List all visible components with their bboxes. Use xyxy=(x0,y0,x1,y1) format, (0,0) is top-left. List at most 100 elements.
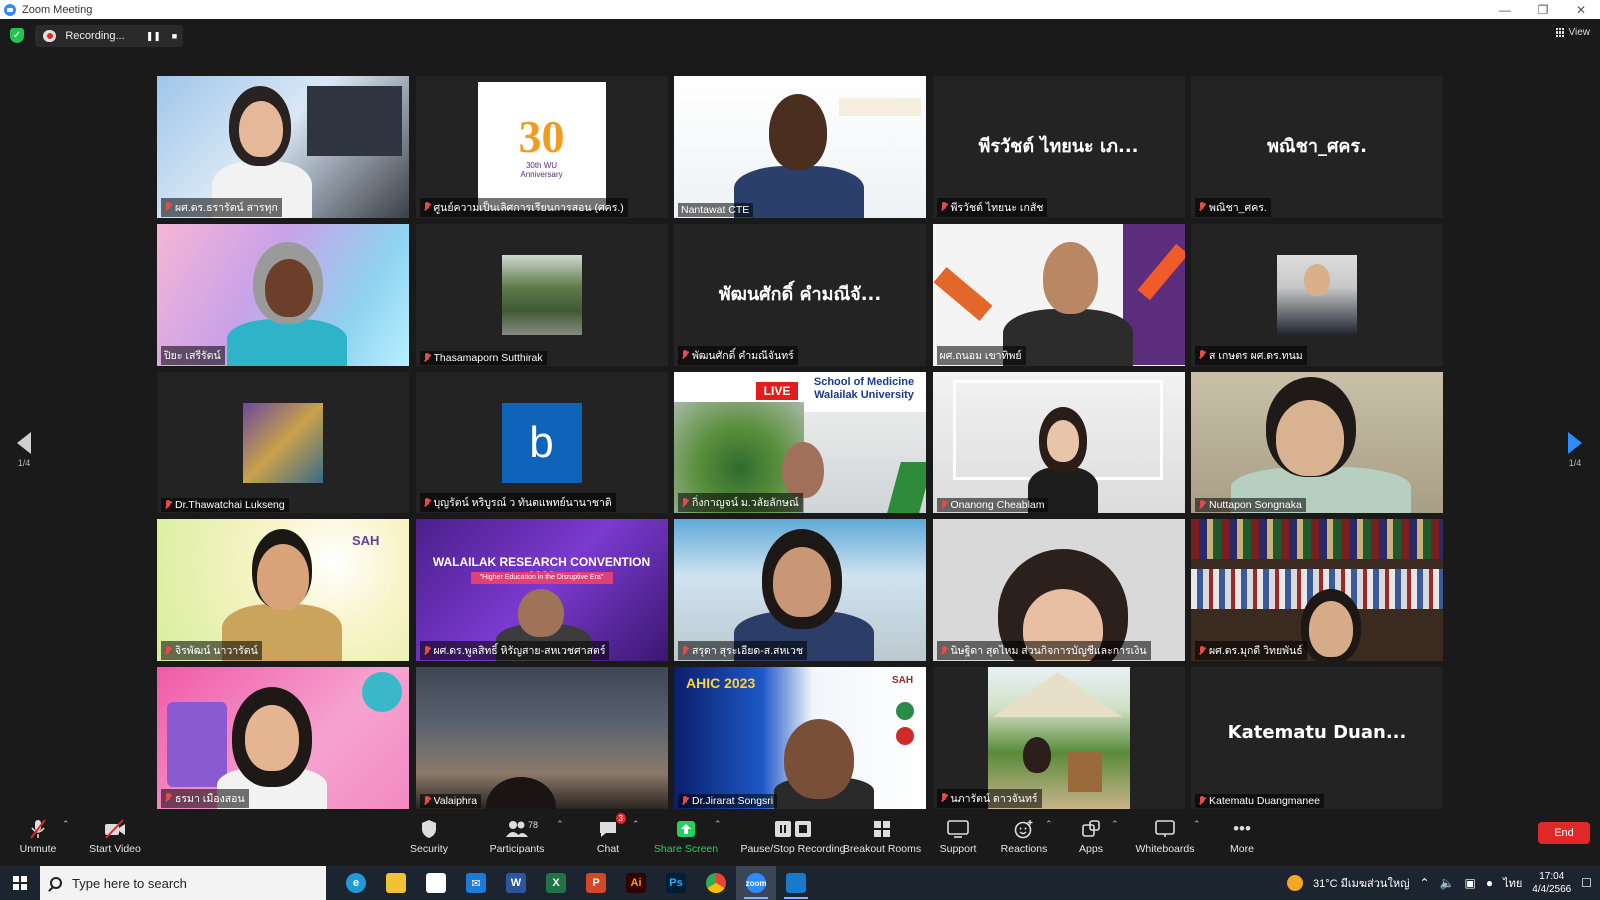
participant-name-bar: ปิยะ เสรีรัตน์ xyxy=(161,345,225,365)
chat-label: Chat xyxy=(596,843,620,855)
participant-name-bar: พัฒนศักดิ์ คำมณีจันทร์ xyxy=(678,345,798,365)
input-language[interactable]: ไทย xyxy=(1503,874,1522,892)
participant-name-bar: Valaiphra xyxy=(419,793,482,808)
pause-recording-icon[interactable]: ❚❚ xyxy=(145,27,162,45)
participant-name: ผศ.ถนอม เขาทิพย์ xyxy=(939,349,1022,362)
meeting-top-strip: ✓ Recording... ❚❚ ■ View xyxy=(0,19,1600,53)
participant-name: Valaiphra xyxy=(433,794,478,807)
muted-mic-icon xyxy=(681,795,689,806)
pause-stop-recording-button[interactable]: Pause/Stop Recording xyxy=(738,818,848,855)
more-dots-icon: ••• xyxy=(1233,819,1251,838)
illustrator-app-icon[interactable]: Ai xyxy=(616,866,656,900)
start-video-label: Start Video xyxy=(89,843,141,855)
participant-tile[interactable]: Onanong Cheablam xyxy=(932,371,1185,514)
gallery-grid: ผศ.ดร.ธรารัตน์ สารทุก 30 30th WU Anniver… xyxy=(157,76,1443,809)
security-label: Security xyxy=(410,843,448,855)
grid-view-icon xyxy=(1555,28,1565,37)
participant-tile[interactable]: ธรมา เมืองสอน xyxy=(157,667,409,809)
next-page-button[interactable]: 1/4 xyxy=(1565,432,1585,468)
edge-app-icon[interactable]: e xyxy=(336,866,376,900)
participant-tile[interactable]: นิษฐิดา สุดไหม ส่วนกิจการบัญชีและการเงิน xyxy=(932,519,1185,662)
participant-name: Dr.Jirarat Songsri xyxy=(692,794,774,807)
start-video-button[interactable]: Start Video xyxy=(70,818,160,855)
minimize-icon[interactable]: — xyxy=(1486,0,1524,19)
participant-display-name: Katematu Duan... xyxy=(1227,722,1407,744)
participant-tile[interactable]: นภารัตน์ ดาวจันทร์ xyxy=(932,667,1185,809)
participant-tile[interactable]: สรุดา สุระเอียด-ส.สหเวช xyxy=(674,519,926,662)
excel-app-icon[interactable]: X xyxy=(536,866,576,900)
stop-recording-icon[interactable]: ■ xyxy=(166,27,183,45)
powerpoint-app-icon[interactable]: P xyxy=(576,866,616,900)
speaker-icon[interactable]: 🔈 xyxy=(1440,876,1455,890)
view-button[interactable]: View xyxy=(1555,27,1591,38)
audio-options-caret-icon[interactable]: ⌃ xyxy=(62,819,70,830)
view-label: View xyxy=(1568,27,1591,38)
research-convention-subtitle: "Higher Education in the Disruptive Era" xyxy=(470,572,613,585)
participant-tile[interactable]: ปิยะ เสรีรัตน์ xyxy=(157,223,409,366)
muted-mic-icon xyxy=(681,645,689,656)
security-button[interactable]: Security xyxy=(384,818,474,855)
microphone-icon[interactable]: ● xyxy=(1486,876,1493,890)
participant-name-bar: บุญรัตน์ หริบูรณ์ ว ทันตแพทย์นานาชาติ xyxy=(419,493,616,513)
chat-caret-icon[interactable]: ⌃ xyxy=(632,819,640,830)
participant-tile[interactable]: ผศ.ดร.มุกดี วิทยพันธ์ xyxy=(1191,519,1443,662)
participant-name-bar: Nuttapon Songnaka xyxy=(1195,498,1306,513)
windows-logo-icon xyxy=(13,876,27,890)
more-label: More xyxy=(1230,843,1254,855)
participant-name-bar: ผศ.ดร.พูลสิทธิ์ หิรัญสาย-สหเวชศาสตร์ xyxy=(419,641,610,661)
clock-time: 17:04 xyxy=(1539,871,1565,882)
whiteboards-label: Whiteboards xyxy=(1135,843,1195,855)
participants-button[interactable]: 78 Participants xyxy=(472,818,562,855)
participant-name: ผศ.ดร.ธรารัตน์ สารทุก xyxy=(175,201,278,214)
muted-mic-icon xyxy=(423,352,431,363)
photos-app-icon[interactable] xyxy=(776,866,816,900)
participant-tile[interactable]: พัฒนศักดิ์ คำมณีจั... พัฒนศักดิ์ คำมณีจั… xyxy=(674,223,926,366)
photoshop-app-icon[interactable]: Ps xyxy=(656,866,696,900)
taskbar-clock[interactable]: 17:04 4/4/2566 xyxy=(1532,870,1571,896)
word-app-icon[interactable]: W xyxy=(496,866,536,900)
weather-icon[interactable] xyxy=(1286,875,1303,891)
store-app-icon[interactable] xyxy=(416,866,456,900)
participant-tile[interactable]: 30 30th WU Anniversary ศูนย์ความเป็นเลิศ… xyxy=(415,76,668,218)
participant-tile[interactable]: ผศ.ดร.ธรารัตน์ สารทุก xyxy=(157,76,409,218)
participant-display-name: พัฒนศักดิ์ คำมณีจั... xyxy=(718,283,882,305)
participant-tile[interactable]: พณิชา_ศคร. พณิชา_ศคร. xyxy=(1191,76,1443,218)
live-badge: LIVE xyxy=(756,381,798,400)
chrome-app-icon[interactable] xyxy=(696,866,736,900)
participant-tile[interactable]: Dr.Thawatchai Lukseng xyxy=(157,371,409,514)
file-explorer-app-icon[interactable] xyxy=(376,866,416,900)
end-meeting-button[interactable]: End xyxy=(1538,822,1590,844)
participant-tile[interactable]: Nuttapon Songnaka xyxy=(1191,371,1443,514)
muted-mic-icon xyxy=(940,645,948,656)
share-caret-icon[interactable]: ⌃ xyxy=(714,819,722,830)
cloud-recording-icon xyxy=(43,30,57,42)
participant-tile[interactable]: AHIC 2023 SAH Dr.Jirarat Songsri xyxy=(674,667,926,809)
more-button[interactable]: ••• More xyxy=(1197,818,1287,855)
participant-tile[interactable]: WALAILAK RESEARCH CONVENTION 2023 "Highe… xyxy=(415,519,668,662)
participant-tile[interactable]: LIVE School of Medicine Walailak Univers… xyxy=(674,371,926,514)
restore-icon[interactable]: ❐ xyxy=(1524,0,1562,19)
participant-tile[interactable]: b บุญรัตน์ หริบูรณ์ ว ทันตแพทย์นานาชาติ xyxy=(415,371,668,514)
network-icon[interactable]: ▣ xyxy=(1464,876,1475,890)
page-indicator-right: 1/4 xyxy=(1568,458,1582,468)
participant-tile[interactable]: SAH จิรพัฒน์ นาวารัตน์ xyxy=(157,519,409,662)
participant-tile[interactable]: พีรวัชต์ ไทยนะ เภ... พีรวัชต์ ไทยนะ เกสั… xyxy=(932,76,1185,218)
apps-caret-icon[interactable]: ⌃ xyxy=(1111,819,1119,830)
windows-start-button[interactable] xyxy=(0,866,40,900)
participant-tile[interactable]: ผศ.ถนอม เขาทิพย์ xyxy=(932,223,1185,366)
close-icon[interactable]: ✕ xyxy=(1562,0,1600,19)
previous-page-button[interactable]: 1/4 xyxy=(14,432,34,468)
participant-tile[interactable]: Thasamaporn Sutthirak xyxy=(415,223,668,366)
encryption-shield-icon[interactable]: ✓ xyxy=(10,28,24,43)
participant-tile[interactable]: Katematu Duan... Katematu Duangmanee xyxy=(1191,667,1443,809)
zoom-app-taskbar-icon[interactable]: zoom xyxy=(736,866,776,900)
notifications-icon[interactable]: ☐ xyxy=(1581,876,1592,890)
tray-overflow-chevron-icon[interactable]: ⌃ xyxy=(1419,876,1429,890)
participant-tile[interactable]: ส เกษตร ผศ.ดร.ทนม xyxy=(1191,223,1443,366)
taskbar-search-box[interactable]: Type here to search xyxy=(40,866,326,900)
weather-text[interactable]: 31°C มีเมฆส่วนใหญ่ xyxy=(1313,874,1409,892)
sah-badge-text: SAH xyxy=(892,675,914,687)
active-speaker-tile[interactable]: Nantawat CTE xyxy=(674,76,926,218)
participant-tile[interactable]: Valaiphra xyxy=(415,667,668,809)
mail-app-icon[interactable]: ✉ xyxy=(456,866,496,900)
